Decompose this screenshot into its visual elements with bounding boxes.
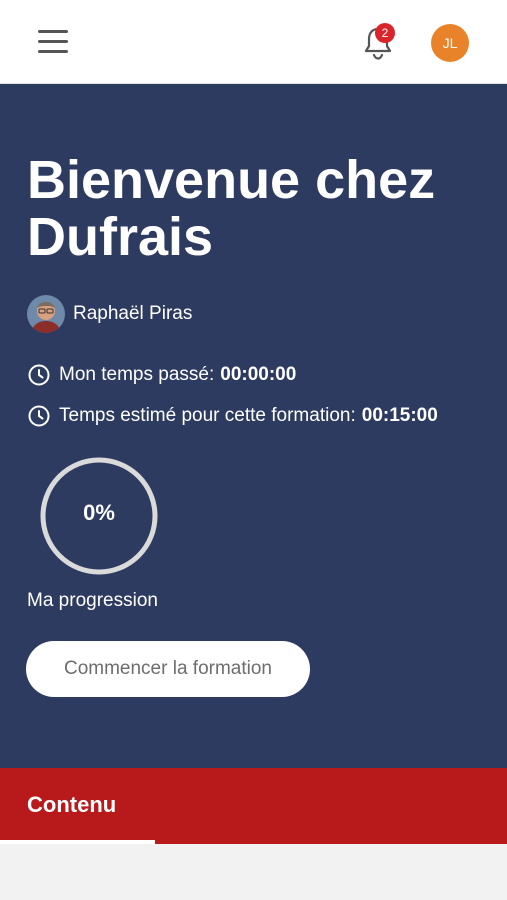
- progress-label: Ma progression: [27, 590, 158, 611]
- tab-contenu[interactable]: Contenu: [27, 792, 116, 818]
- menu-icon[interactable]: [38, 28, 70, 56]
- time-estimated: Temps estimé pour cette formation: 00:15…: [27, 404, 438, 428]
- start-course-button[interactable]: Commencer la formation: [26, 641, 310, 697]
- time-spent-label: Mon temps passé:: [59, 364, 215, 385]
- author-avatar: [27, 295, 65, 333]
- page-title: Bienvenue chez Dufrais: [27, 150, 436, 267]
- author-name: Raphaël Piras: [73, 303, 193, 324]
- tab-bar: Contenu: [0, 768, 507, 844]
- time-estimated-label: Temps estimé pour cette formation:: [59, 405, 356, 426]
- time-spent: Mon temps passé: 00:00:00: [27, 363, 296, 387]
- course-hero: Bienvenue chez Dufrais Raphaël Piras Mon…: [0, 84, 507, 768]
- active-tab-indicator: [0, 840, 155, 844]
- user-avatar[interactable]: JL: [431, 24, 469, 62]
- notification-badge: 2: [375, 23, 395, 43]
- progress-percent: 0%: [83, 500, 115, 525]
- time-spent-value: 00:00:00: [220, 364, 297, 385]
- clock-icon: [28, 364, 50, 386]
- author: Raphaël Piras: [27, 295, 192, 333]
- clock-icon: [28, 405, 50, 427]
- top-bar: 2 JL: [0, 0, 507, 84]
- time-estimated-value: 00:15:00: [361, 405, 438, 426]
